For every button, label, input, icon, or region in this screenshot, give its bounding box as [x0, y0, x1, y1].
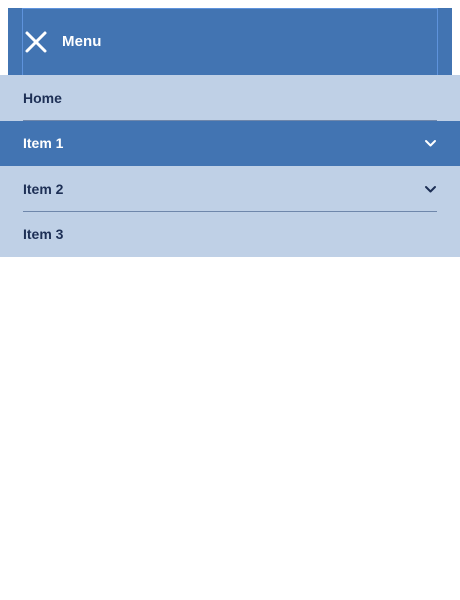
chevron-down-icon[interactable] — [424, 137, 437, 150]
menu-header: Menu — [8, 8, 452, 75]
chevron-down-icon[interactable] — [424, 182, 437, 195]
nav-list: Home Item 1 Item 2 Item 3 — [0, 75, 460, 257]
menu-close-toggle[interactable]: Menu — [22, 8, 102, 75]
close-icon[interactable] — [23, 29, 49, 55]
nav-item-label: Item 1 — [23, 135, 64, 152]
nav-item-label: Item 3 — [23, 226, 64, 243]
nav-item-item-3[interactable]: Item 3 — [0, 212, 460, 258]
nav-item-item-1[interactable]: Item 1 — [0, 120, 460, 166]
mobile-menu: Menu Home Item 1 Item 2 Item 3 — [0, 0, 460, 600]
nav-item-label: Home — [23, 89, 62, 106]
menu-title: Menu — [62, 33, 102, 50]
nav-item-home[interactable]: Home — [0, 75, 460, 121]
nav-item-label: Item 2 — [23, 180, 64, 197]
nav-item-item-2[interactable]: Item 2 — [0, 166, 460, 212]
